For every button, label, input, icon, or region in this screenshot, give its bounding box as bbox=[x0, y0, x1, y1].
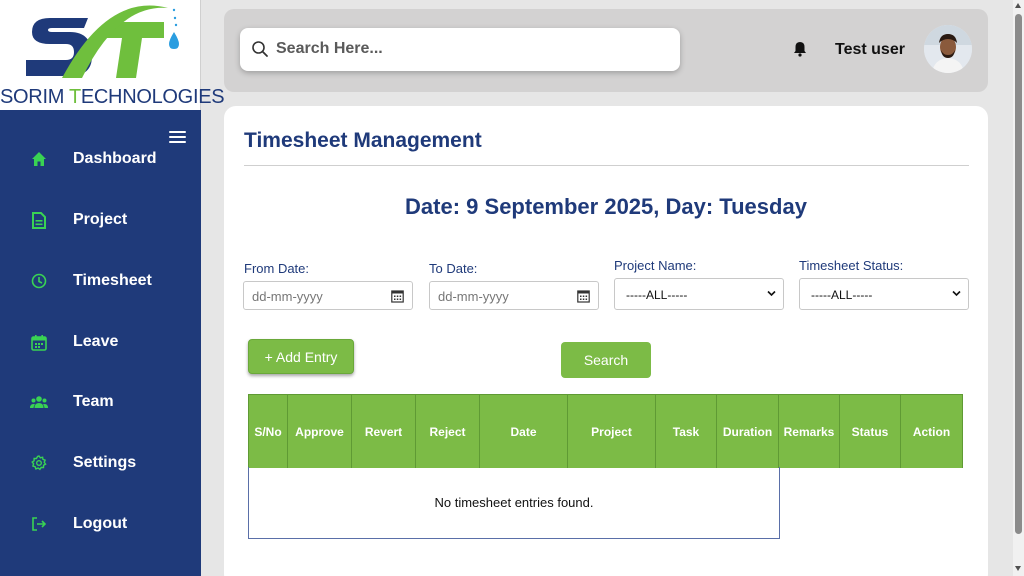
sidebar-item-dashboard[interactable]: Dashboard bbox=[0, 139, 201, 179]
company-name-part1: SORIM bbox=[0, 86, 69, 108]
to-date-label: To Date: bbox=[429, 261, 478, 276]
to-date-placeholder: dd-mm-yyyy bbox=[438, 289, 509, 304]
timesheet-status-label: Timesheet Status: bbox=[799, 258, 904, 273]
status-select-value: -----ALL----- bbox=[811, 288, 873, 302]
user-name[interactable]: Test user bbox=[835, 41, 905, 59]
sidebar-item-label: Leave bbox=[73, 333, 119, 350]
clock-icon bbox=[30, 272, 48, 290]
search-button[interactable]: Search bbox=[561, 342, 651, 378]
company-name-t: T bbox=[68, 86, 81, 108]
add-entry-button[interactable]: + Add Entry bbox=[248, 339, 354, 374]
from-date-field[interactable]: dd-mm-yyyy bbox=[243, 281, 413, 310]
logo: SORIM TECHNOLOGIES bbox=[0, 0, 225, 110]
sidebar-item-label: Project bbox=[73, 211, 128, 228]
company-name-part2: ECHNOLOGIES bbox=[80, 86, 225, 108]
top-bar: Test user bbox=[224, 9, 988, 92]
sidebar-item-label: Logout bbox=[73, 515, 128, 532]
column-header: Task bbox=[656, 394, 717, 468]
sidebar: SORIM TECHNOLOGIES Dashboard Project Tim… bbox=[0, 0, 225, 576]
column-header: Approve bbox=[288, 394, 352, 468]
from-date-placeholder: dd-mm-yyyy bbox=[252, 289, 323, 304]
scroll-up-arrow-icon[interactable] bbox=[1015, 3, 1021, 8]
sidebar-item-project[interactable]: Project bbox=[0, 200, 201, 240]
users-icon bbox=[30, 393, 48, 411]
chevron-down-icon bbox=[767, 290, 776, 297]
sidebar-item-label: Timesheet bbox=[73, 272, 152, 289]
main-card: Timesheet Management Date: 9 September 2… bbox=[224, 106, 988, 576]
column-header: Remarks bbox=[779, 394, 840, 468]
from-date-label: From Date: bbox=[244, 261, 310, 276]
page-scrollbar[interactable] bbox=[1013, 0, 1024, 576]
project-select-value: -----ALL----- bbox=[626, 288, 688, 302]
sidebar-item-timesheet[interactable]: Timesheet bbox=[0, 261, 201, 301]
search-icon bbox=[252, 41, 268, 57]
calendar-icon[interactable] bbox=[391, 289, 404, 303]
avatar[interactable] bbox=[924, 25, 972, 73]
sidebar-item-team[interactable]: Team bbox=[0, 382, 201, 422]
bell-icon[interactable] bbox=[793, 41, 807, 57]
sidebar-item-label: Dashboard bbox=[73, 150, 157, 167]
table-header: S/No Approve Revert Reject Date Project … bbox=[248, 394, 963, 468]
calendar-icon[interactable] bbox=[577, 289, 590, 303]
column-header: Date bbox=[480, 394, 568, 468]
column-header: Duration bbox=[717, 394, 779, 468]
scroll-down-arrow-icon[interactable] bbox=[1015, 566, 1021, 571]
column-header: Action bbox=[901, 394, 963, 468]
sidebar-item-label: Team bbox=[73, 393, 114, 410]
title-divider bbox=[244, 165, 969, 166]
date-heading: Date: 9 September 2025, Day: Tuesday bbox=[405, 194, 807, 219]
logout-icon bbox=[30, 515, 48, 533]
column-header: S/No bbox=[248, 394, 288, 468]
scrollbar-thumb[interactable] bbox=[1015, 14, 1022, 534]
column-header: Revert bbox=[352, 394, 416, 468]
sidebar-item-label: Settings bbox=[73, 454, 137, 471]
sidebar-item-leave[interactable]: Leave bbox=[0, 322, 201, 362]
project-select[interactable]: -----ALL----- bbox=[614, 278, 784, 310]
table-empty-message: No timesheet entries found. bbox=[248, 467, 780, 539]
document-icon bbox=[30, 211, 48, 229]
project-name-label: Project Name: bbox=[614, 258, 697, 273]
to-date-field[interactable]: dd-mm-yyyy bbox=[429, 281, 599, 310]
home-icon bbox=[30, 150, 48, 168]
column-header: Reject bbox=[416, 394, 480, 468]
column-header: Status bbox=[840, 394, 901, 468]
gear-icon bbox=[30, 454, 48, 472]
column-header: Project bbox=[568, 394, 656, 468]
company-name: SORIM TECHNOLOGIES bbox=[0, 86, 225, 109]
logo-mark bbox=[26, 5, 179, 78]
page-title: Timesheet Management bbox=[244, 129, 482, 152]
sidebar-item-settings[interactable]: Settings bbox=[0, 443, 201, 483]
calendar-icon bbox=[30, 333, 48, 351]
status-select[interactable]: -----ALL----- bbox=[799, 278, 969, 310]
chevron-down-icon bbox=[952, 290, 961, 297]
sidebar-item-logout[interactable]: Logout bbox=[0, 504, 201, 544]
search-input[interactable] bbox=[276, 37, 666, 61]
search-box bbox=[240, 28, 680, 71]
